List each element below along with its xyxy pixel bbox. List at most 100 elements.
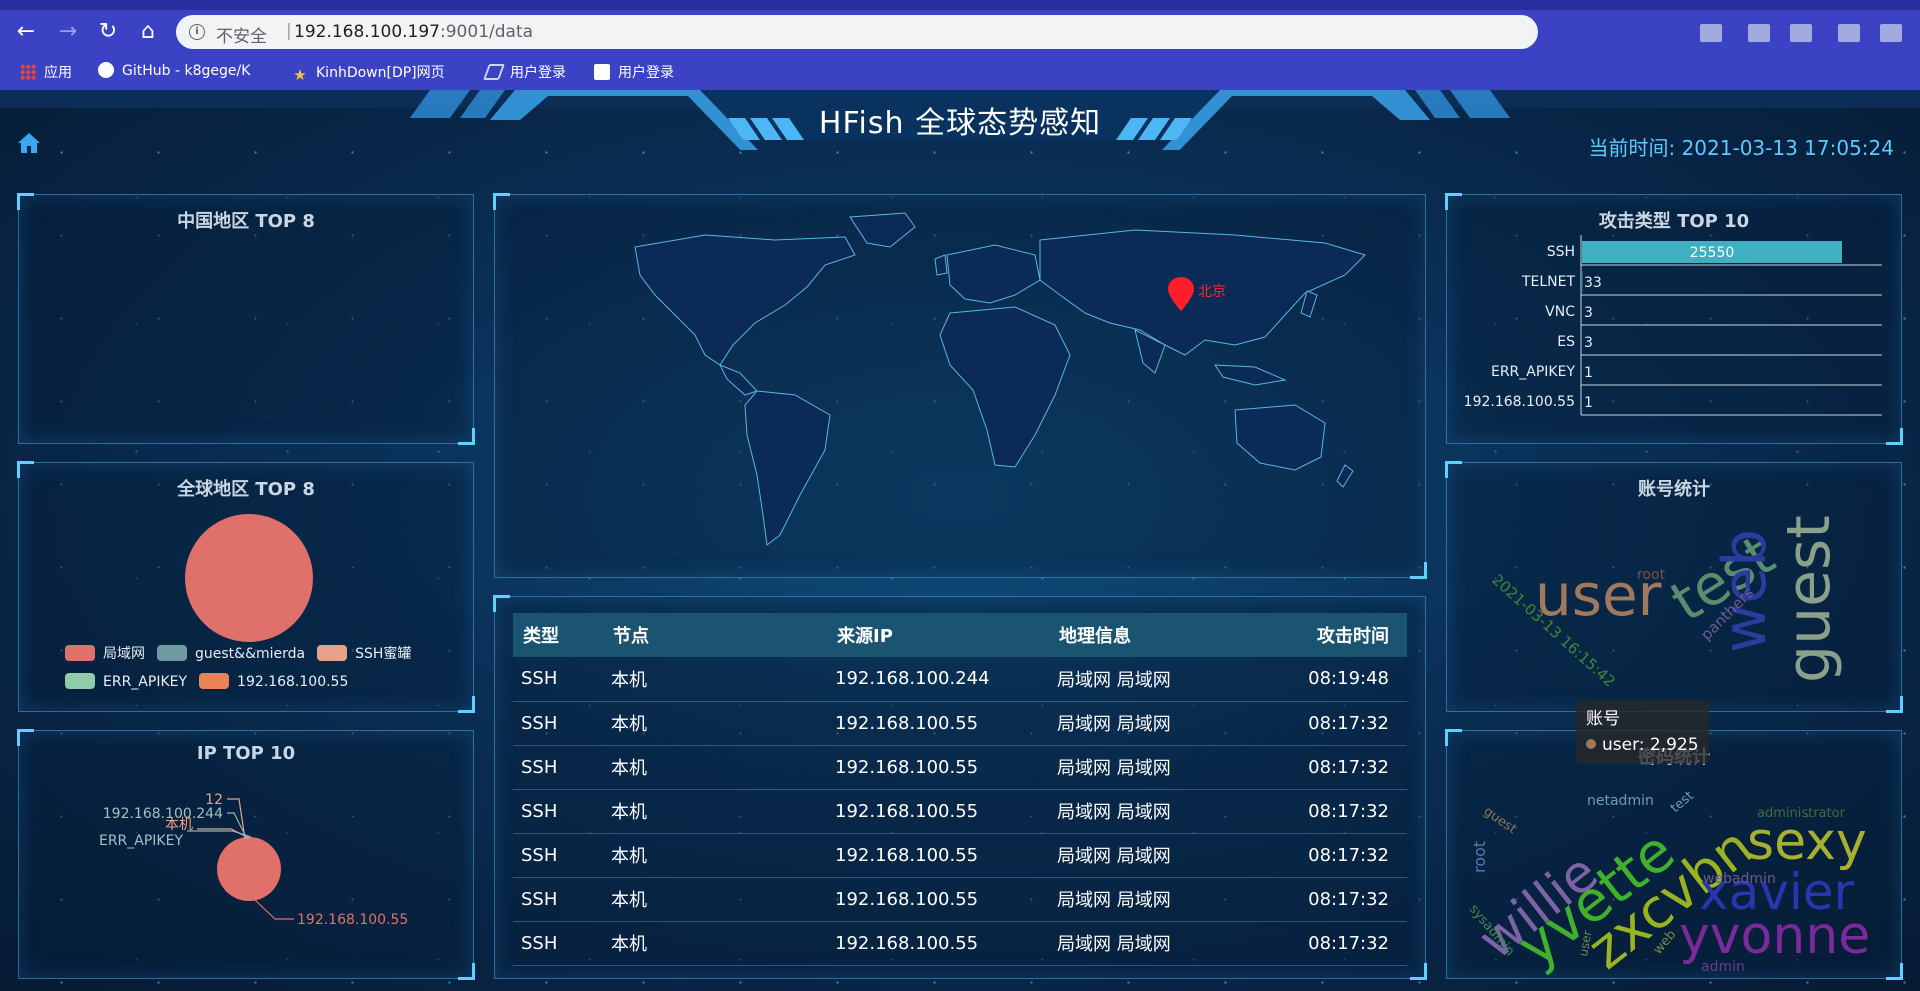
url-text[interactable]: 192.168.100.197:9001/data	[294, 22, 533, 42]
legend-item[interactable]: guest&&mierda	[157, 645, 305, 662]
cell-node: 本机	[603, 833, 827, 878]
pie-slice-lan[interactable]	[185, 514, 313, 642]
cloud-word[interactable]: guest	[1774, 515, 1844, 683]
cell-attack-time: 08:17:32	[1289, 789, 1407, 834]
cell-type: SSH	[513, 701, 603, 746]
ip-pie-slice[interactable]	[217, 837, 281, 901]
cell-source-ip: 192.168.100.55	[827, 877, 1049, 922]
bar-value-label: 25550	[1690, 245, 1735, 261]
ip-label: 本机	[165, 817, 193, 833]
cell-node: 本机	[603, 789, 827, 834]
legend-label: SSH蜜罐	[355, 646, 412, 662]
table-row[interactable]: SSH 本机 192.168.100.55 局域网 局域网 08:17:32	[513, 701, 1407, 746]
bar-value-label: 3	[1584, 335, 1593, 351]
cell-attack-time: 08:17:32	[1289, 877, 1407, 922]
login-user-icon	[594, 64, 610, 80]
legend-item[interactable]: 192.168.100.55	[199, 673, 348, 690]
legend-swatch	[199, 673, 230, 689]
legend-swatch	[65, 673, 95, 689]
bar-value-label: 1	[1584, 395, 1593, 411]
bookmark-label: KinhDown[DP]网页	[316, 65, 445, 81]
table-row[interactable]: SSH 本机 192.168.100.55 局域网 局域网 08:17:32	[513, 833, 1407, 878]
bar-category-label: 192.168.100.55	[1464, 394, 1575, 410]
bookmark-label: 用户登录	[510, 65, 566, 81]
home-button-icon[interactable]: ⌂	[134, 18, 162, 46]
bar-category-label: TELNET	[1521, 274, 1576, 290]
tooltip-dot	[1586, 739, 1596, 749]
account-word-cloud: user test web guest root 2021-03-13 16:1…	[1488, 515, 1844, 690]
cell-source-ip: 192.168.100.55	[827, 921, 1049, 966]
cell-node: 本机	[603, 921, 827, 966]
bar-value-label: 3	[1584, 305, 1593, 321]
cloud-word[interactable]: guest	[1481, 804, 1519, 837]
cell-source-ip: 192.168.100.55	[827, 701, 1049, 746]
legend-item[interactable]: 局域网	[65, 643, 145, 663]
cell-node: 本机	[603, 877, 827, 922]
bookmark-label: 应用	[44, 65, 72, 81]
ip-pie-chart: 12 192.168.100.244 本机 ERR_APIKEY 192.168…	[99, 792, 408, 928]
account-stats-panel: 账号统计 user test web guest root 2021-03-13…	[1445, 461, 1903, 713]
cloud-word[interactable]: admin	[1701, 959, 1745, 975]
cell-type: SSH	[513, 877, 603, 922]
cloud-word[interactable]: root	[1470, 841, 1489, 873]
cell-attack-time: 08:17:32	[1289, 833, 1407, 878]
dashboard-title: HFish 全球态势感知	[818, 106, 1102, 141]
password-word-cloud: willie yvette zxcvbn sexy xavier yvonne …	[1466, 789, 1870, 980]
bookmark-login-2[interactable]: 用户登录	[594, 62, 674, 82]
legend-swatch	[317, 645, 348, 661]
panel-title: 中国地区 TOP 8	[177, 211, 315, 232]
cell-node: 本机	[603, 657, 827, 702]
cloud-word[interactable]: administrator	[1757, 806, 1846, 821]
extension-icon[interactable]	[1880, 24, 1902, 42]
word-cloud-tooltip: 账号 user: 2,925	[1576, 700, 1709, 764]
table-row[interactable]: SSH 本机 192.168.100.244 局域网 局域网 08:19:48	[513, 657, 1407, 702]
attack-type-bar-chart: SSH 25550 TELNET 33 VNC 3 ES 3 ERR_APIKEY 1 192.16…	[1464, 235, 1882, 416]
bar-category-label: SSH	[1547, 244, 1575, 260]
bar-value-label: 1	[1584, 365, 1593, 381]
extension-icon[interactable]	[1790, 24, 1812, 42]
cloud-word[interactable]: webadmin	[1703, 871, 1776, 887]
table-row[interactable]: SSH 本机 192.168.100.55 局域网 局域网 08:17:32	[513, 789, 1407, 834]
bookmark-kinhdown[interactable]: ★ KinhDown[DP]网页	[292, 62, 445, 83]
cell-geo: 局域网 局域网	[1049, 877, 1289, 922]
table-row[interactable]: SSH 本机 192.168.100.55 局域网 局域网 08:17:32	[513, 877, 1407, 922]
extension-icon[interactable]	[1838, 24, 1860, 42]
cloud-word[interactable]: yvonne	[1679, 906, 1870, 966]
browser-toolbar: ← → ↻ ⌂ i 不安全 | 192.168.100.197:9001/dat…	[0, 10, 1920, 54]
global-top-panel: 全球地区 TOP 8 局域网 guest&&mierda SSH蜜罐 ERR_APIK…	[17, 461, 475, 713]
header-attack-time: 攻击时间	[1289, 613, 1407, 657]
browser-tab-strip	[0, 0, 1920, 10]
legend-label: 局域网	[103, 646, 145, 662]
bookmarks-bar: 应用 GitHub - k8gege/K ★ KinhDown[DP]网页 用户登…	[0, 54, 1920, 90]
china-top-panel: 中国地区 TOP 8	[17, 193, 475, 445]
cloud-word[interactable]: test	[1668, 789, 1697, 817]
table-row[interactable]: SSH 本机 192.168.100.55 局域网 局域网 08:17:32	[513, 745, 1407, 790]
legend-label: guest&&mierda	[195, 646, 306, 662]
legend-item[interactable]: SSH蜜罐	[317, 643, 411, 663]
tooltip-value-text: user: 2,925	[1602, 735, 1699, 755]
cell-geo: 局域网 局域网	[1049, 701, 1289, 746]
world-map[interactable]: 北京	[495, 195, 1427, 579]
forward-arrow-icon[interactable]: →	[54, 18, 82, 46]
cell-type: SSH	[513, 833, 603, 878]
legend-swatch	[157, 645, 187, 661]
address-bar[interactable]: i 不安全 | 192.168.100.197:9001/data	[176, 15, 1538, 49]
table-row[interactable]: SSH 本机 192.168.100.55 局域网 局域网 08:17:32	[513, 921, 1407, 966]
cloud-word[interactable]: netadmin	[1587, 793, 1654, 809]
home-icon[interactable]	[16, 130, 42, 156]
extension-icon[interactable]	[1748, 24, 1770, 42]
cell-type: SSH	[513, 921, 603, 966]
bookmark-apps[interactable]: 应用	[20, 62, 72, 82]
back-arrow-icon[interactable]: ←	[12, 18, 40, 46]
ip-label: 192.168.100.55	[297, 912, 408, 928]
legend-item[interactable]: ERR_APIKEY	[65, 673, 187, 690]
cloud-word[interactable]: root	[1637, 567, 1666, 583]
extension-icon[interactable]	[1700, 24, 1722, 42]
reload-icon[interactable]: ↻	[94, 18, 122, 46]
bookmark-github[interactable]: GitHub - k8gege/K	[98, 62, 250, 79]
header-type: 类型	[513, 613, 603, 657]
cell-attack-time: 08:17:32	[1289, 701, 1407, 746]
info-icon[interactable]: i	[189, 24, 205, 40]
bookmark-login-1[interactable]: 用户登录	[483, 62, 566, 82]
bookmark-label: 用户登录	[618, 65, 674, 81]
